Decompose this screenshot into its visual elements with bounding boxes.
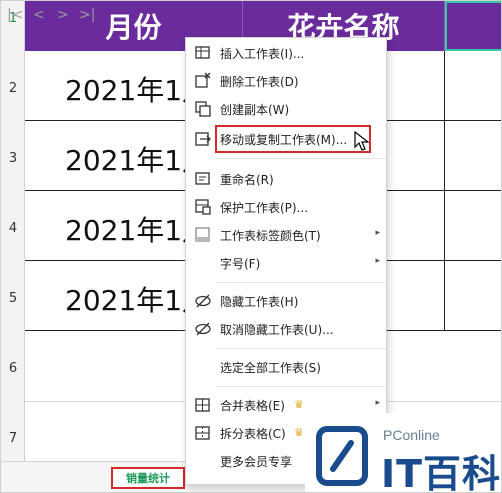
row-number[interactable]: 7 xyxy=(1,431,25,446)
hide-icon xyxy=(195,294,211,308)
pconline-logo-icon xyxy=(316,426,368,486)
menu-item-unhide-sheet[interactable]: 取消隐藏工作表(U)... xyxy=(186,316,386,342)
row-number[interactable]: 5 xyxy=(1,291,25,306)
menu-item-select-all-sheets[interactable]: 选定全部工作表(S) xyxy=(186,354,386,380)
menu-item-label: 合并表格(E) xyxy=(220,399,285,413)
menu-item-label: 拆分表格(C) xyxy=(220,427,286,441)
menu-item-font-size[interactable]: 字号(F) ▸ xyxy=(186,250,386,276)
tab-color-icon xyxy=(195,227,210,242)
table-cell[interactable] xyxy=(445,261,501,331)
menu-item-label: 重命名(R) xyxy=(220,173,274,187)
merge-table-icon xyxy=(195,398,210,412)
watermark-small-text: PConline xyxy=(383,427,440,443)
table-cell[interactable] xyxy=(445,121,501,191)
protect-sheet-icon xyxy=(195,199,211,215)
menu-item-label: 字号(F) xyxy=(220,257,261,271)
menu-separator xyxy=(216,158,386,159)
menu-item-label: 取消隐藏工作表(U)... xyxy=(220,323,334,337)
menu-separator xyxy=(216,386,386,387)
highlight-box xyxy=(215,125,371,153)
menu-item-rename[interactable]: 重命名(R) xyxy=(186,166,386,192)
menu-item-tab-color[interactable]: 工作表标签颜色(T) ▸ xyxy=(186,222,386,248)
menu-item-label: 删除工作表(D) xyxy=(220,75,299,89)
next-sheet-button[interactable]: > xyxy=(57,7,69,23)
table-cell[interactable] xyxy=(445,51,501,121)
sheet-tab-sales[interactable]: 销量统计 xyxy=(111,467,185,489)
watermark: PConline IT百科 xyxy=(305,413,502,493)
split-table-icon xyxy=(195,426,210,440)
menu-item-protect-sheet[interactable]: 保护工作表(P)... xyxy=(186,194,386,220)
crown-icon: ♛ xyxy=(294,398,304,411)
header-month-text: 月份 xyxy=(105,11,162,44)
submenu-arrow-icon: ▸ xyxy=(375,398,380,408)
copy-sheet-icon xyxy=(195,101,211,117)
submenu-arrow-icon: ▸ xyxy=(375,256,380,266)
menu-item-label: 保护工作表(P)... xyxy=(220,201,309,215)
submenu-arrow-icon: ▸ xyxy=(375,228,380,238)
move-copy-sheet-icon xyxy=(195,132,211,146)
insert-sheet-icon xyxy=(195,46,210,59)
menu-item-label: 创建副本(W) xyxy=(220,103,290,117)
selected-cell[interactable] xyxy=(445,1,501,51)
menu-item-label: 工作表标签颜色(T) xyxy=(220,229,321,243)
crown-icon: ♛ xyxy=(294,426,304,439)
prev-sheet-button[interactable]: < xyxy=(33,7,45,23)
first-sheet-button[interactable]: |< xyxy=(7,7,23,23)
delete-sheet-icon xyxy=(195,72,211,88)
row-number[interactable]: 2 xyxy=(1,81,25,96)
sheet-tab-label: 销量统计 xyxy=(126,472,170,485)
menu-item-label: 插入工作表(I)... xyxy=(220,47,305,61)
menu-item-delete-sheet[interactable]: 删除工作表(D) xyxy=(186,68,386,94)
menu-item-hide-sheet[interactable]: 隐藏工作表(H) xyxy=(186,288,386,314)
menu-separator xyxy=(216,282,386,283)
rename-icon xyxy=(195,172,210,185)
watermark-big-text: IT百科 xyxy=(381,452,502,493)
menu-item-label: 更多会员专享 xyxy=(220,455,293,469)
row-number[interactable]: 3 xyxy=(1,151,25,166)
menu-item-insert-sheet[interactable]: 插入工作表(I)... xyxy=(186,40,386,66)
menu-separator xyxy=(216,348,386,349)
menu-item-label: 隐藏工作表(H) xyxy=(220,295,299,309)
unhide-icon xyxy=(195,322,211,336)
last-sheet-button[interactable]: >| xyxy=(79,7,95,23)
spreadsheet-window: 1 2 3 4 5 6 7 月份 花卉名称 2021年1月 2021年1月 20… xyxy=(0,0,502,493)
table-cell[interactable] xyxy=(445,191,501,261)
row-number[interactable]: 4 xyxy=(1,221,25,236)
menu-item-duplicate-sheet[interactable]: 创建副本(W) xyxy=(186,96,386,122)
menu-item-label: 选定全部工作表(S) xyxy=(220,361,321,375)
row-number[interactable]: 6 xyxy=(1,361,25,376)
